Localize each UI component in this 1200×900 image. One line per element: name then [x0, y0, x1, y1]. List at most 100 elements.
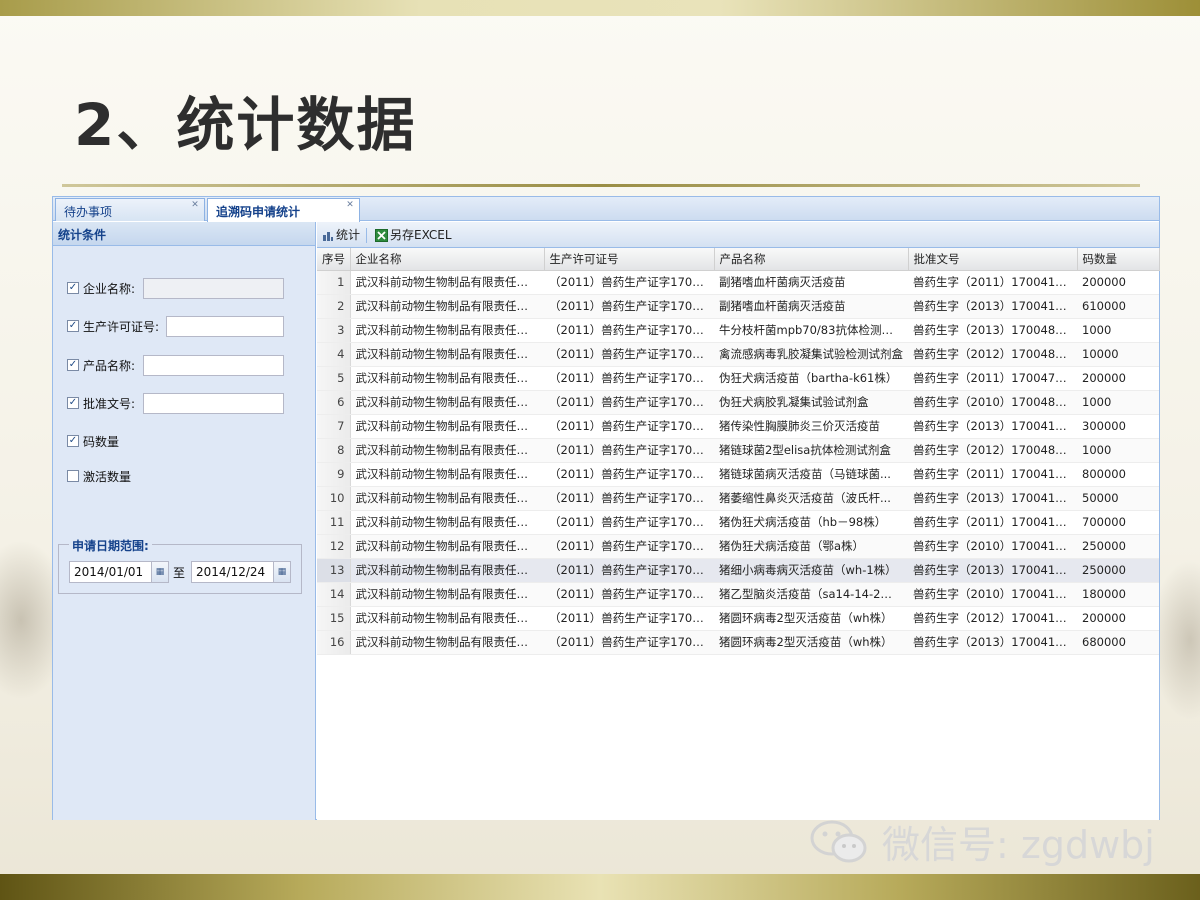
- close-icon[interactable]: ✕: [190, 201, 200, 211]
- top-gold-band: [0, 0, 1200, 16]
- cell-index: 16: [317, 630, 351, 655]
- date-from-field[interactable]: 2014/01/01 ▦: [69, 561, 169, 583]
- activated-count-checkbox[interactable]: [67, 470, 79, 482]
- filter-product: ✓ 产品名称:: [67, 355, 302, 377]
- cell-license: （2011）兽药生产证字1700...: [544, 438, 714, 463]
- cell-code-count: 250000: [1077, 534, 1159, 559]
- company-input[interactable]: [143, 278, 284, 299]
- calendar-icon[interactable]: ▦: [151, 562, 168, 582]
- table-row[interactable]: 7 武汉科前动物生物制品有限责任公司 （2011）兽药生产证字1700... 猪传染性…: [317, 414, 1159, 439]
- cell-index: 15: [317, 606, 351, 631]
- cell-license: （2011）兽药生产证字1700...: [544, 414, 714, 439]
- cell-index: 12: [317, 534, 351, 559]
- cell-approval: 兽药生字（2012）170048113: [908, 438, 1077, 463]
- filter-panel-header: 统计条件: [53, 222, 315, 246]
- cell-approval: 兽药生字（2011）170041073: [908, 462, 1077, 487]
- cell-index: 2: [317, 294, 351, 319]
- tab-todo[interactable]: 待办事项 ✕: [55, 198, 205, 221]
- cell-company: 武汉科前动物生物制品有限责任公司: [350, 390, 544, 415]
- toolbar-separator: [366, 228, 367, 243]
- approval-checkbox[interactable]: ✓: [67, 397, 79, 409]
- cell-index: 5: [317, 366, 351, 391]
- cell-index: 6: [317, 390, 351, 415]
- cell-code-count: 200000: [1077, 366, 1159, 391]
- cell-approval: 兽药生字（2013）170041087: [908, 630, 1077, 655]
- table-row[interactable]: 8 武汉科前动物生物制品有限责任公司 （2011）兽药生产证字1700... 猪链球菌…: [317, 438, 1159, 463]
- table-row[interactable]: 3 武汉科前动物生物制品有限责任公司 （2011）兽药生产证字1700... 牛分枝杆…: [317, 318, 1159, 343]
- export-excel-label: 另存EXCEL: [390, 228, 452, 242]
- filter-code-count: ✓ 码数量: [67, 431, 267, 453]
- product-checkbox[interactable]: ✓: [67, 359, 79, 371]
- cell-company: 武汉科前动物生物制品有限责任公司: [350, 294, 544, 319]
- cell-company: 武汉科前动物生物制品有限责任公司: [350, 366, 544, 391]
- table-row[interactable]: 16 武汉科前动物生物制品有限责任公司 （2011）兽药生产证字1700... 猪圆环…: [317, 630, 1159, 655]
- table-row[interactable]: 9 武汉科前动物生物制品有限责任公司 （2011）兽药生产证字1700... 猪链球菌…: [317, 462, 1159, 487]
- tab-code-stats[interactable]: 追溯码申请统计 ✕: [207, 198, 360, 222]
- date-to-field[interactable]: 2014/12/24 ▦: [191, 561, 291, 583]
- col-header-product[interactable]: 产品名称: [714, 248, 909, 271]
- table-row[interactable]: 11 武汉科前动物生物制品有限责任公司 （2011）兽药生产证字1700... 猪伪狂…: [317, 510, 1159, 535]
- col-header-code-count[interactable]: 码数量: [1077, 248, 1160, 271]
- table-row[interactable]: 12 武汉科前动物生物制品有限责任公司 （2011）兽药生产证字1700... 猪伪狂…: [317, 534, 1159, 559]
- cell-license: （2011）兽药生产证字1700...: [544, 462, 714, 487]
- cell-approval: 兽药生字（2010）170041044: [908, 534, 1077, 559]
- results-panel: 统计 另存EXCEL 序号 企业名称 生产许可证号 产品名称 批准文号 码数量 …: [317, 222, 1160, 820]
- approval-input[interactable]: [143, 393, 284, 414]
- cell-product: 猪伪狂犬病活疫苗（hb－98株）: [714, 510, 908, 535]
- table-row[interactable]: 10 武汉科前动物生物制品有限责任公司 （2011）兽药生产证字1700... 猪萎缩…: [317, 486, 1159, 511]
- table-row[interactable]: 15 武汉科前动物生物制品有限责任公司 （2011）兽药生产证字1700... 猪圆环…: [317, 606, 1159, 631]
- table-row[interactable]: 14 武汉科前动物生物制品有限责任公司 （2011）兽药生产证字1700... 猪乙型…: [317, 582, 1159, 607]
- table-row[interactable]: 13 武汉科前动物生物制品有限责任公司 （2011）兽药生产证字1700... 猪细小…: [317, 558, 1159, 583]
- cell-company: 武汉科前动物生物制品有限责任公司: [350, 342, 544, 367]
- calendar-icon[interactable]: ▦: [273, 562, 290, 582]
- cell-license: （2011）兽药生产证字1700...: [544, 294, 714, 319]
- cell-approval: 兽药生字（2011）170041056: [908, 510, 1077, 535]
- table-row[interactable]: 1 武汉科前动物生物制品有限责任公司 （2011）兽药生产证字1700... 副猪嗜血…: [317, 270, 1159, 295]
- cell-product: 猪圆环病毒2型灭活疫苗（wh株）: [714, 630, 908, 655]
- code-count-checkbox[interactable]: ✓: [67, 435, 79, 447]
- cell-product: 伪狂犬病活疫苗（bartha-k61株）: [714, 366, 908, 391]
- filter-approval: ✓ 批准文号:: [67, 393, 302, 415]
- cell-approval: 兽药生字（2011）170047018: [908, 366, 1077, 391]
- license-checkbox[interactable]: ✓: [67, 320, 79, 332]
- cell-company: 武汉科前动物生物制品有限责任公司: [350, 534, 544, 559]
- table-row[interactable]: 6 武汉科前动物生物制品有限责任公司 （2011）兽药生产证字1700... 伪狂犬病…: [317, 390, 1159, 415]
- code-count-label: 码数量: [83, 435, 120, 449]
- close-icon[interactable]: ✕: [345, 201, 355, 211]
- product-label: 产品名称:: [83, 359, 136, 373]
- col-header-index[interactable]: 序号: [317, 248, 351, 271]
- stat-icon: [323, 231, 333, 241]
- col-header-license[interactable]: 生产许可证号: [544, 248, 715, 271]
- stat-button[interactable]: 统计: [322, 227, 360, 245]
- date-separator: 至: [173, 566, 186, 580]
- cell-code-count: 610000: [1077, 294, 1159, 319]
- cell-code-count: 200000: [1077, 270, 1159, 295]
- col-header-approval[interactable]: 批准文号: [908, 248, 1078, 271]
- cell-company: 武汉科前动物生物制品有限责任公司: [350, 438, 544, 463]
- cell-approval: 兽药生字（2013）170041060: [908, 414, 1077, 439]
- watermark-text: 微信号: zgdwbj: [882, 823, 1155, 867]
- filter-company: ✓ 企业名称:: [67, 278, 302, 300]
- cell-license: （2011）兽药生产证字1700...: [544, 510, 714, 535]
- table-row[interactable]: 4 武汉科前动物生物制品有限责任公司 （2011）兽药生产证字1700... 禽流感病…: [317, 342, 1159, 367]
- company-checkbox[interactable]: ✓: [67, 282, 79, 294]
- cell-product: 副猪嗜血杆菌病灭活疫苗: [714, 294, 908, 319]
- cell-product: 猪传染性胸膜肺炎三价灭活疫苗: [714, 414, 908, 439]
- cell-license: （2011）兽药生产证字1700...: [544, 318, 714, 343]
- cell-product: 猪链球菌病灭活疫苗（马链球菌...: [714, 462, 908, 487]
- export-excel-button[interactable]: 另存EXCEL: [375, 227, 452, 245]
- tab-bar: 待办事项 ✕ 追溯码申请统计 ✕: [53, 197, 1159, 222]
- col-header-company[interactable]: 企业名称: [350, 248, 545, 271]
- cell-license: （2011）兽药生产证字1700...: [544, 486, 714, 511]
- table-row[interactable]: 5 武汉科前动物生物制品有限责任公司 （2011）兽药生产证字1700... 伪狂犬病…: [317, 366, 1159, 391]
- product-input[interactable]: [143, 355, 284, 376]
- date-range-legend: 申请日期范围:: [69, 537, 152, 554]
- license-input[interactable]: [166, 316, 284, 337]
- cell-product: 猪伪狂犬病活疫苗（鄂a株）: [714, 534, 908, 559]
- filter-panel: 统计条件 ✓ 企业名称: ✓ 生产许可证号: ✓ 产品名称: ✓ 批准文号: ✓…: [53, 222, 316, 820]
- table-row[interactable]: 2 武汉科前动物生物制品有限责任公司 （2011）兽药生产证字1700... 副猪嗜血…: [317, 294, 1159, 319]
- cell-code-count: 250000: [1077, 558, 1159, 583]
- cell-approval: 兽药生字（2012）170048093: [908, 342, 1077, 367]
- cell-product: 猪萎缩性鼻炎灭活疫苗（波氏杆...: [714, 486, 908, 511]
- filter-activated-count: 激活数量: [67, 466, 267, 488]
